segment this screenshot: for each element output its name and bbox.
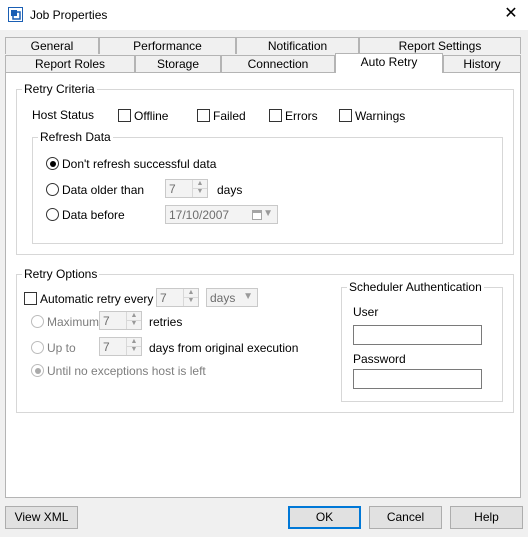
spin-down-icon[interactable]: ▼ xyxy=(127,346,141,354)
date-picker[interactable]: 17/10/2007 ▼ xyxy=(165,205,278,224)
older-than-stepper[interactable]: 7 ▲ ▼ xyxy=(165,179,208,198)
app-icon xyxy=(8,7,23,22)
retry-every-value: 7 xyxy=(160,291,167,305)
retry-unit-value: days xyxy=(210,291,236,305)
tab-connection[interactable]: Connection xyxy=(221,55,335,72)
scheduler-auth-legend: Scheduler Authentication xyxy=(347,280,484,294)
retry-criteria-legend: Retry Criteria xyxy=(22,82,97,96)
user-label: User xyxy=(353,305,379,319)
password-label: Password xyxy=(353,352,406,366)
errors-label: Errors xyxy=(285,109,318,123)
older-than-unit: days xyxy=(217,183,243,197)
user-field[interactable] xyxy=(353,325,482,345)
up-to-suffix: days from original execution xyxy=(149,341,299,355)
data-before-label: Data before xyxy=(62,208,125,222)
chevron-down-icon: ▼ xyxy=(243,291,253,302)
up-to-value: 7 xyxy=(103,340,110,354)
until-no-exceptions-radio[interactable] xyxy=(31,364,44,377)
data-older-than-radio[interactable] xyxy=(46,183,59,196)
tab-report-settings[interactable]: Report Settings xyxy=(359,37,521,54)
cancel-button[interactable]: Cancel xyxy=(369,506,442,529)
offline-label: Offline xyxy=(134,109,169,123)
retry-options-legend: Retry Options xyxy=(22,267,100,281)
refresh-data-legend: Refresh Data xyxy=(38,130,113,144)
up-to-label: Up to xyxy=(47,341,76,355)
automatic-retry-label: Automatic retry every xyxy=(40,292,154,306)
tab-row-1: General Performance Notification Report … xyxy=(5,37,521,55)
maximum-label: Maximum xyxy=(47,315,100,329)
warnings-label: Warnings xyxy=(355,109,406,123)
tab-notification[interactable]: Notification xyxy=(236,37,359,54)
failed-checkbox[interactable] xyxy=(197,109,210,122)
maximum-radio[interactable] xyxy=(31,315,44,328)
tab-report-roles[interactable]: Report Roles xyxy=(5,55,135,72)
view-xml-button[interactable]: View XML xyxy=(5,506,78,529)
tab-auto-retry[interactable]: Auto Retry xyxy=(335,53,443,73)
until-no-exceptions-label: Until no exceptions host is left xyxy=(47,364,206,378)
maximum-value: 7 xyxy=(103,314,110,328)
dont-refresh-radio[interactable] xyxy=(46,157,59,170)
up-to-stepper[interactable]: 7 ▲ ▼ xyxy=(99,337,142,356)
tab-performance[interactable]: Performance xyxy=(99,37,236,54)
spin-down-icon[interactable]: ▼ xyxy=(184,297,198,305)
calendar-icon xyxy=(252,210,262,220)
warnings-checkbox[interactable] xyxy=(339,109,352,122)
spin-down-icon[interactable]: ▼ xyxy=(127,320,141,328)
help-button[interactable]: Help xyxy=(450,506,523,529)
data-before-radio[interactable] xyxy=(46,208,59,221)
spin-down-icon[interactable]: ▼ xyxy=(193,188,207,196)
tab-storage[interactable]: Storage xyxy=(135,55,221,72)
automatic-retry-checkbox[interactable] xyxy=(24,292,37,305)
chevron-down-icon: ▼ xyxy=(263,208,273,219)
close-icon[interactable]: ✕ xyxy=(500,4,522,24)
retry-every-stepper[interactable]: 7 ▲ ▼ xyxy=(156,288,199,307)
date-picker-value: 17/10/2007 xyxy=(169,208,230,222)
dont-refresh-label: Don't refresh successful data xyxy=(62,157,217,171)
retry-unit-select[interactable]: days ▼ xyxy=(206,288,258,307)
tab-general[interactable]: General xyxy=(5,37,99,54)
maximum-suffix: retries xyxy=(149,315,183,329)
older-than-value: 7 xyxy=(169,182,176,196)
ok-button[interactable]: OK xyxy=(288,506,361,529)
failed-label: Failed xyxy=(213,109,246,123)
host-status-label: Host Status xyxy=(32,108,95,122)
data-older-than-label: Data older than xyxy=(62,183,145,197)
password-field[interactable] xyxy=(353,369,482,389)
up-to-radio[interactable] xyxy=(31,341,44,354)
window-title: Job Properties xyxy=(30,8,108,22)
tab-history[interactable]: History xyxy=(443,55,521,72)
offline-checkbox[interactable] xyxy=(118,109,131,122)
tab-row-2: Report Roles Storage Connection Auto Ret… xyxy=(5,53,521,73)
maximum-stepper[interactable]: 7 ▲ ▼ xyxy=(99,311,142,330)
errors-checkbox[interactable] xyxy=(269,109,282,122)
